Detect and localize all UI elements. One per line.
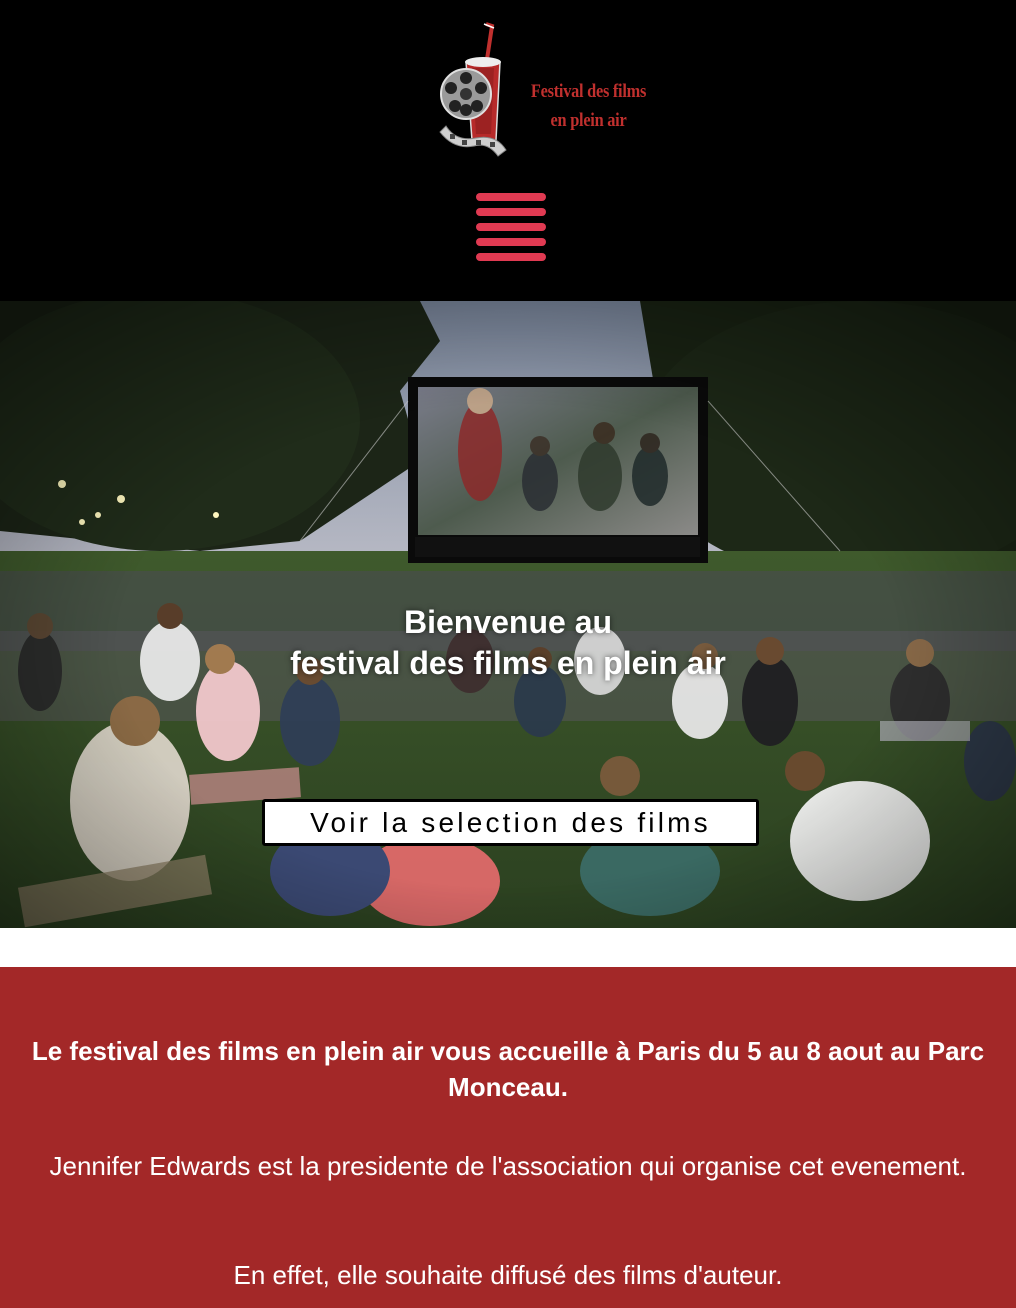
site-header: Festival des films en plein air	[0, 0, 1016, 301]
menu-bar	[476, 238, 546, 246]
hamburger-menu-icon[interactable]	[476, 193, 546, 263]
festival-dates-text: Le festival des films en plein air vous …	[31, 1036, 985, 1102]
logo-wordmark: Festival des films en plein air	[524, 77, 653, 135]
logo-line-2: en plein air	[550, 110, 627, 131]
president-text: Jennifer Edwards est la presidente de l'…	[49, 1151, 967, 1181]
hero-title-line-1: Bienvenue au	[403, 604, 613, 640]
menu-bar	[476, 193, 546, 201]
hero-title-line-2: festival des films en plein air	[290, 645, 726, 681]
mission-text: En effet, elle souhaite diffusé des film…	[233, 1260, 783, 1290]
festival-info-section: Le festival des films en plein air vous …	[0, 967, 1016, 1308]
hero-banner: Bienvenue au festival des films en plein…	[0, 301, 1016, 928]
menu-bar	[476, 253, 546, 261]
festival-logo[interactable]: Festival des films en plein air	[436, 22, 676, 162]
view-films-button[interactable]: Voir la selection des films	[262, 799, 759, 846]
logo-line-1: Festival des films	[530, 81, 647, 102]
section-spacer	[0, 928, 1016, 967]
menu-bar	[476, 208, 546, 216]
film-reel-cup-icon	[439, 22, 507, 157]
menu-bar	[476, 223, 546, 231]
